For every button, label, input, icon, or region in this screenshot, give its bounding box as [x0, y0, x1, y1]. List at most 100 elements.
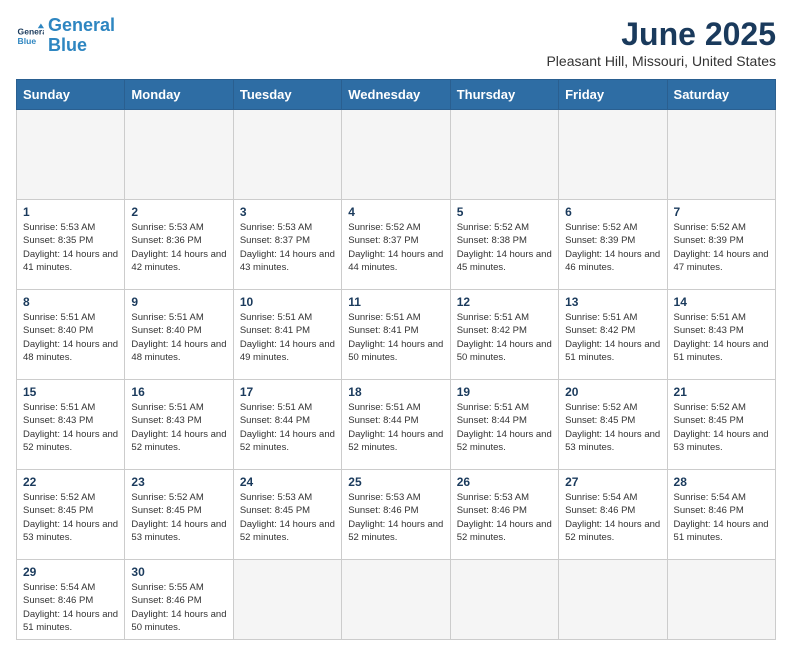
day-number: 9: [131, 295, 226, 309]
calendar-day: [667, 560, 775, 640]
day-number: 5: [457, 205, 552, 219]
day-number: 25: [348, 475, 443, 489]
day-info: Sunrise: 5:53 AMSunset: 8:35 PMDaylight:…: [23, 221, 118, 274]
calendar-day: [559, 560, 667, 640]
col-wednesday: Wednesday: [342, 80, 450, 110]
day-number: 11: [348, 295, 443, 309]
calendar-day: 29 Sunrise: 5:54 AMSunset: 8:46 PMDayligh…: [17, 560, 125, 640]
day-info: Sunrise: 5:52 AMSunset: 8:39 PMDaylight:…: [674, 221, 769, 274]
calendar-day: [125, 110, 233, 200]
day-info: Sunrise: 5:54 AMSunset: 8:46 PMDaylight:…: [674, 491, 769, 544]
calendar-day: 7 Sunrise: 5:52 AMSunset: 8:39 PMDaylight…: [667, 200, 775, 290]
logo: General Blue GeneralBlue: [16, 16, 115, 56]
day-number: 16: [131, 385, 226, 399]
calendar-day: 19 Sunrise: 5:51 AMSunset: 8:44 PMDayligh…: [450, 380, 558, 470]
calendar-day: 5 Sunrise: 5:52 AMSunset: 8:38 PMDaylight…: [450, 200, 558, 290]
col-friday: Friday: [559, 80, 667, 110]
calendar-day: 12 Sunrise: 5:51 AMSunset: 8:42 PMDayligh…: [450, 290, 558, 380]
day-number: 23: [131, 475, 226, 489]
calendar-day: 23Sunrise: 5:52 AMSunset: 8:45 PMDayligh…: [125, 470, 233, 560]
calendar-day: 21Sunrise: 5:52 AMSunset: 8:45 PMDayligh…: [667, 380, 775, 470]
location: Pleasant Hill, Missouri, United States: [546, 53, 776, 69]
calendar-day: 27Sunrise: 5:54 AMSunset: 8:46 PMDayligh…: [559, 470, 667, 560]
calendar-day: 1 Sunrise: 5:53 AMSunset: 8:35 PMDaylight…: [17, 200, 125, 290]
calendar-day: 24Sunrise: 5:53 AMSunset: 8:45 PMDayligh…: [233, 470, 341, 560]
day-number: 21: [674, 385, 769, 399]
day-number: 4: [348, 205, 443, 219]
day-number: 8: [23, 295, 118, 309]
month-title: June 2025: [546, 16, 776, 53]
calendar-header-row: Sunday Monday Tuesday Wednesday Thursday…: [17, 80, 776, 110]
col-monday: Monday: [125, 80, 233, 110]
logo-icon: General Blue: [16, 22, 44, 50]
calendar-day: 14 Sunrise: 5:51 AMSunset: 8:43 PMDayligh…: [667, 290, 775, 380]
calendar-week-3: 8 Sunrise: 5:51 AMSunset: 8:40 PMDaylight…: [17, 290, 776, 380]
calendar-day: 25 Sunrise: 5:53 AMSunset: 8:46 PMDayligh…: [342, 470, 450, 560]
day-number: 6: [565, 205, 660, 219]
day-number: 15: [23, 385, 118, 399]
calendar-day: 4 Sunrise: 5:52 AMSunset: 8:37 PMDaylight…: [342, 200, 450, 290]
day-number: 14: [674, 295, 769, 309]
day-number: 13: [565, 295, 660, 309]
day-info: Sunrise: 5:53 AMSunset: 8:37 PMDaylight:…: [240, 221, 335, 274]
day-info: Sunrise: 5:51 AMSunset: 8:44 PMDaylight:…: [457, 401, 552, 454]
day-info: Sunrise: 5:54 AMSunset: 8:46 PMDaylight:…: [565, 491, 660, 544]
calendar-day: [233, 560, 341, 640]
col-sunday: Sunday: [17, 80, 125, 110]
calendar-day: [667, 110, 775, 200]
calendar-day: [559, 110, 667, 200]
day-info: Sunrise: 5:51 AMSunset: 8:41 PMDaylight:…: [348, 311, 443, 364]
day-info: Sunrise: 5:51 AMSunset: 8:42 PMDaylight:…: [565, 311, 660, 364]
calendar-day: 16 Sunrise: 5:51 AMSunset: 8:43 PMDayligh…: [125, 380, 233, 470]
calendar-day: [17, 110, 125, 200]
calendar-day: 11 Sunrise: 5:51 AMSunset: 8:41 PMDayligh…: [342, 290, 450, 380]
day-info: Sunrise: 5:54 AMSunset: 8:46 PMDaylight:…: [23, 581, 118, 634]
calendar-week-5: 22Sunrise: 5:52 AMSunset: 8:45 PMDayligh…: [17, 470, 776, 560]
calendar: Sunday Monday Tuesday Wednesday Thursday…: [16, 79, 776, 640]
day-info: Sunrise: 5:51 AMSunset: 8:42 PMDaylight:…: [457, 311, 552, 364]
day-info: Sunrise: 5:52 AMSunset: 8:45 PMDaylight:…: [565, 401, 660, 454]
calendar-day: 15Sunrise: 5:51 AMSunset: 8:43 PMDayligh…: [17, 380, 125, 470]
day-number: 7: [674, 205, 769, 219]
title-area: June 2025 Pleasant Hill, Missouri, Unite…: [546, 16, 776, 69]
day-number: 3: [240, 205, 335, 219]
calendar-day: 26Sunrise: 5:53 AMSunset: 8:46 PMDayligh…: [450, 470, 558, 560]
day-info: Sunrise: 5:51 AMSunset: 8:43 PMDaylight:…: [131, 401, 226, 454]
day-number: 18: [348, 385, 443, 399]
day-info: Sunrise: 5:55 AMSunset: 8:46 PMDaylight:…: [131, 581, 226, 634]
day-number: 1: [23, 205, 118, 219]
day-number: 28: [674, 475, 769, 489]
calendar-day: 3 Sunrise: 5:53 AMSunset: 8:37 PMDaylight…: [233, 200, 341, 290]
day-info: Sunrise: 5:51 AMSunset: 8:44 PMDaylight:…: [240, 401, 335, 454]
col-thursday: Thursday: [450, 80, 558, 110]
calendar-week-4: 15 Sunrise: 5:51 AMSunset: 8:43 PMDayligh…: [17, 380, 776, 470]
calendar-day: 20Sunrise: 5:52 AMSunset: 8:45 PMDayligh…: [559, 380, 667, 470]
svg-text:Blue: Blue: [18, 36, 37, 46]
day-info: Sunrise: 5:53 AMSunset: 8:46 PMDaylight:…: [348, 491, 443, 544]
calendar-week-6: 29 Sunrise: 5:54 AMSunset: 8:46 PMDayligh…: [17, 560, 776, 640]
day-number: 10: [240, 295, 335, 309]
day-info: Sunrise: 5:51 AMSunset: 8:43 PMDaylight:…: [674, 311, 769, 364]
day-number: 12: [457, 295, 552, 309]
calendar-day: [342, 110, 450, 200]
calendar-day: 9Sunrise: 5:51 AMSunset: 8:40 PMDaylight…: [125, 290, 233, 380]
day-info: Sunrise: 5:51 AMSunset: 8:40 PMDaylight:…: [23, 311, 118, 364]
day-number: 2: [131, 205, 226, 219]
day-info: Sunrise: 5:53 AMSunset: 8:46 PMDaylight:…: [457, 491, 552, 544]
calendar-day: [233, 110, 341, 200]
calendar-day: 13 Sunrise: 5:51 AMSunset: 8:42 PMDayligh…: [559, 290, 667, 380]
day-number: 19: [457, 385, 552, 399]
day-info: Sunrise: 5:52 AMSunset: 8:38 PMDaylight:…: [457, 221, 552, 274]
calendar-week-2: 1 Sunrise: 5:53 AMSunset: 8:35 PMDaylight…: [17, 200, 776, 290]
calendar-day: [450, 560, 558, 640]
col-tuesday: Tuesday: [233, 80, 341, 110]
calendar-day: 2Sunrise: 5:53 AMSunset: 8:36 PMDaylight…: [125, 200, 233, 290]
day-info: Sunrise: 5:52 AMSunset: 8:45 PMDaylight:…: [23, 491, 118, 544]
calendar-day: 18Sunrise: 5:51 AMSunset: 8:44 PMDayligh…: [342, 380, 450, 470]
calendar-day: [450, 110, 558, 200]
day-number: 30: [131, 565, 226, 579]
day-info: Sunrise: 5:52 AMSunset: 8:37 PMDaylight:…: [348, 221, 443, 274]
day-number: 29: [23, 565, 118, 579]
day-info: Sunrise: 5:52 AMSunset: 8:39 PMDaylight:…: [565, 221, 660, 274]
calendar-day: 28 Sunrise: 5:54 AMSunset: 8:46 PMDayligh…: [667, 470, 775, 560]
